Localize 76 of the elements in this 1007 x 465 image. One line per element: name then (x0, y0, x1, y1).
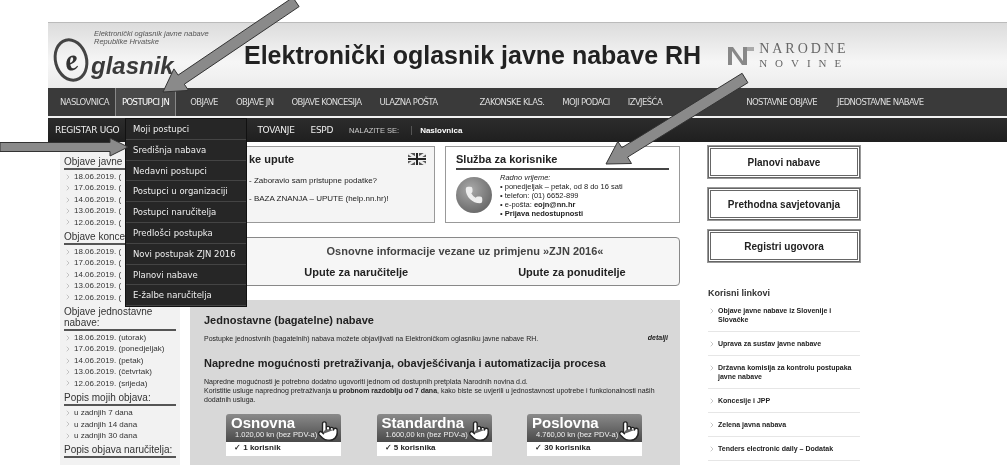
sidebar-link[interactable]: 13.06.2019. (četvrtak) (64, 366, 152, 378)
sidebar-link[interactable]: 14.06.2019. ( (64, 268, 122, 281)
menu-item[interactable]: Središnja nabava (126, 139, 246, 161)
sidebar-link[interactable]: 18.06.2019. ( (64, 171, 122, 183)
flag-icon (408, 153, 426, 165)
box-title: ke upute (249, 153, 295, 165)
publisher-logo-icon (727, 44, 756, 67)
site-title: Elektronički oglasnik javne nabave RH (244, 41, 702, 70)
sidebar-link[interactable]: 17.06.2019. ( (64, 257, 122, 269)
box-title: Služba za korisnike (456, 153, 558, 165)
help-link[interactable]: - Zaboravio sam pristupne podatke? (249, 176, 426, 185)
phone-icon (456, 177, 492, 213)
nav-item[interactable]: REGISTAR UGO (55, 125, 120, 135)
menu-item[interactable]: Moji postupci (126, 119, 246, 140)
quick-link-button[interactable]: Planovi nabave (708, 146, 860, 178)
sidebar-link[interactable]: 18.06.2019. ( (64, 246, 122, 258)
chevron-icon (708, 340, 716, 348)
links-heading: Korisni linkovi (708, 288, 771, 298)
logo-text: glasnik (91, 51, 174, 80)
chevron-icon (708, 445, 716, 453)
menu-item[interactable]: Postupci naručitelja (126, 202, 246, 223)
menu-item[interactable]: Predlošci postupka (126, 223, 246, 244)
menu-item[interactable]: E-žalbe naručitelja (126, 285, 246, 307)
nav-item[interactable]: OBJAVE (184, 88, 224, 116)
nav-item[interactable]: ZAKONSKE KLAS. (473, 88, 551, 116)
pointer-hand-icon (618, 420, 640, 442)
nav-item[interactable]: OBJAVE JN (229, 88, 280, 116)
menu-item[interactable]: Novi postupak ZJN 2016 (126, 243, 246, 265)
section-title: Napredne mogućnosti pretraživanja, obavješćivanja i automatizacija procesa (204, 357, 607, 369)
sidebar-link[interactable]: 14.06.2019. (petak) (64, 354, 144, 367)
section-title: Jednostavne (bagatelne) nabave (204, 314, 375, 326)
sidebar-link[interactable]: 12.06.2019. (srijeda) (64, 377, 148, 390)
sidebar-link[interactable]: 12.06.2019. ( (64, 291, 122, 304)
plan-name: Osnovna (231, 415, 297, 430)
chevron-icon (708, 397, 716, 405)
sidebar-link[interactable]: 13.06.2019. ( (64, 205, 122, 217)
breadcrumb-link[interactable]: Naslovnica (411, 125, 463, 135)
help-link[interactable]: - BAZA ZNANJA – UPUTE (help.nn.hr)! (249, 194, 426, 203)
publisher-name: NARODNE (759, 41, 850, 56)
nav-item[interactable]: IZVJEŠĆA (621, 88, 669, 116)
sidebar-link[interactable]: 12.06.2019. ( (64, 216, 122, 229)
menu-item[interactable]: Postupci u organizaciji (126, 181, 246, 203)
sidebar-link[interactable]: u zadnjih 7 dana (64, 407, 133, 419)
sidebar-heading: Popis objava naručitelja: (64, 444, 176, 459)
chevron-icon (708, 307, 716, 315)
nav-item[interactable]: NASLOVNICA (54, 88, 115, 116)
nav-item[interactable]: JEDNOSTAVNE NABAVE (831, 88, 930, 116)
pointer-hand-icon (467, 420, 490, 442)
nav-item[interactable]: ESPD (310, 125, 334, 135)
sidebar-link[interactable]: u zadnjih 14 dana (64, 418, 138, 430)
pointer-hand-icon (317, 420, 339, 442)
nav-item[interactable]: OBJAVE KONCESIJA (285, 88, 368, 116)
sidebar-link[interactable]: u zadnjih 30 dana (64, 429, 138, 442)
nav-item[interactable]: POSTUPCI JN (115, 88, 177, 116)
quick-link-button[interactable]: Prethodna savjetovanja (708, 188, 860, 220)
guide-link[interactable]: Upute za naručitelje (304, 266, 409, 278)
nav-item[interactable]: TOVANJE (257, 125, 295, 135)
sidebar-link[interactable]: 18.06.2019. (utorak) (64, 332, 147, 344)
nav-item[interactable]: NOSTAVNE OBJAVE (740, 88, 823, 116)
sidebar-link[interactable]: 14.06.2019. ( (64, 193, 122, 206)
plan-name: Standardna (381, 415, 465, 430)
chevron-icon (708, 421, 716, 429)
sidebar-link[interactable]: 17.06.2019. ( (64, 182, 122, 194)
guide-link[interactable]: Upute za ponuditelje (518, 266, 626, 278)
info-title: Osnovne informacije vezane uz primjenu »ZJN 2016« (326, 245, 604, 257)
publisher-name: NOVINE (759, 55, 850, 70)
sidebar-link[interactable]: 17.06.2019. (ponedjeljak) (64, 343, 165, 355)
sidebar-heading: Objave jednostavne nabave: (64, 306, 176, 332)
nav-item[interactable]: ULAZNA POŠTA (373, 88, 444, 116)
plan-name: Poslovna (532, 415, 600, 430)
menu-item[interactable]: Planovi nabave (126, 264, 246, 286)
quick-link-button[interactable]: Registri ugovora (708, 230, 860, 262)
sidebar-heading: Popis mojih objava: (64, 392, 176, 407)
sidebar-link[interactable]: 13.06.2019. ( (64, 280, 122, 292)
nav-item[interactable]: MOJI PODACI (556, 88, 616, 116)
chevron-icon (708, 364, 716, 372)
